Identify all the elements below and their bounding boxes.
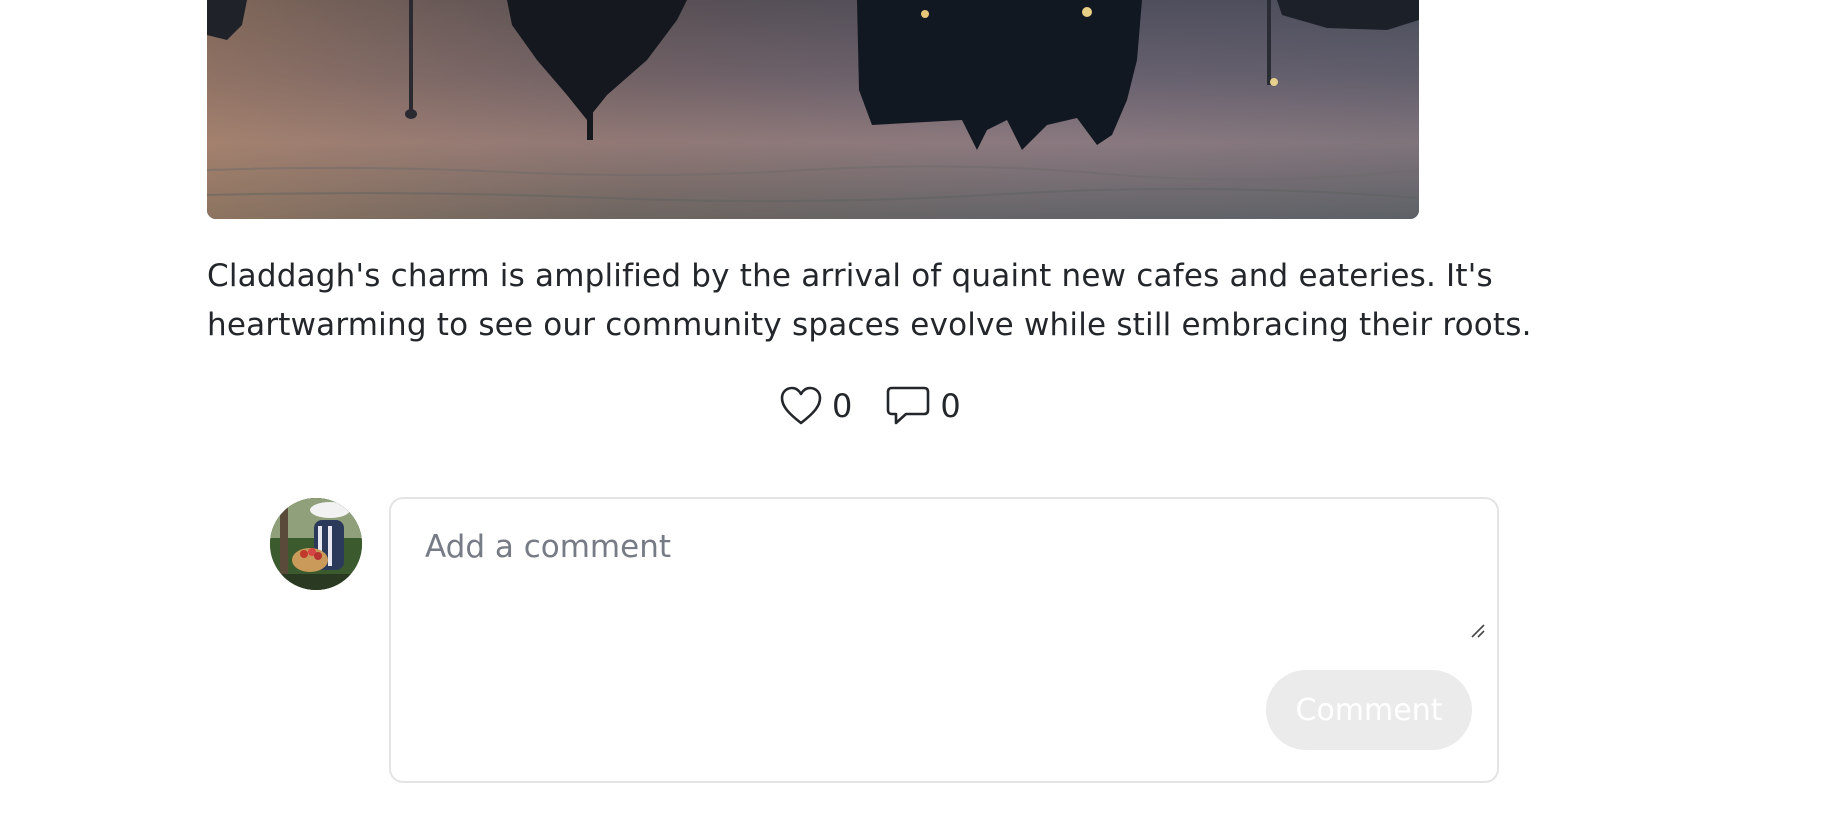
reaction-bar: 0 0	[780, 382, 961, 430]
comment-count: 0	[940, 387, 961, 425]
user-avatar	[270, 498, 362, 590]
comment-submit-button[interactable]: Comment	[1266, 670, 1472, 750]
like-count: 0	[832, 387, 853, 425]
post-text: Claddagh's charm is amplified by the arr…	[207, 252, 1532, 350]
resize-handle-icon[interactable]	[1470, 623, 1486, 639]
comment-count-button[interactable]: 0	[886, 386, 961, 426]
post-text-line: Claddagh's charm is amplified by the arr…	[207, 258, 1493, 294]
heart-icon	[780, 386, 822, 425]
post-image	[207, 0, 1419, 219]
post-text-line: heartwarming to see our community spaces…	[207, 307, 1532, 343]
user-avatar-image	[270, 498, 362, 590]
water-reflection-image	[207, 0, 1419, 219]
like-button[interactable]: 0	[780, 386, 852, 426]
speech-bubble-icon	[887, 386, 930, 425]
comment-input[interactable]	[425, 529, 1455, 639]
comment-form: Comment	[389, 497, 1499, 783]
